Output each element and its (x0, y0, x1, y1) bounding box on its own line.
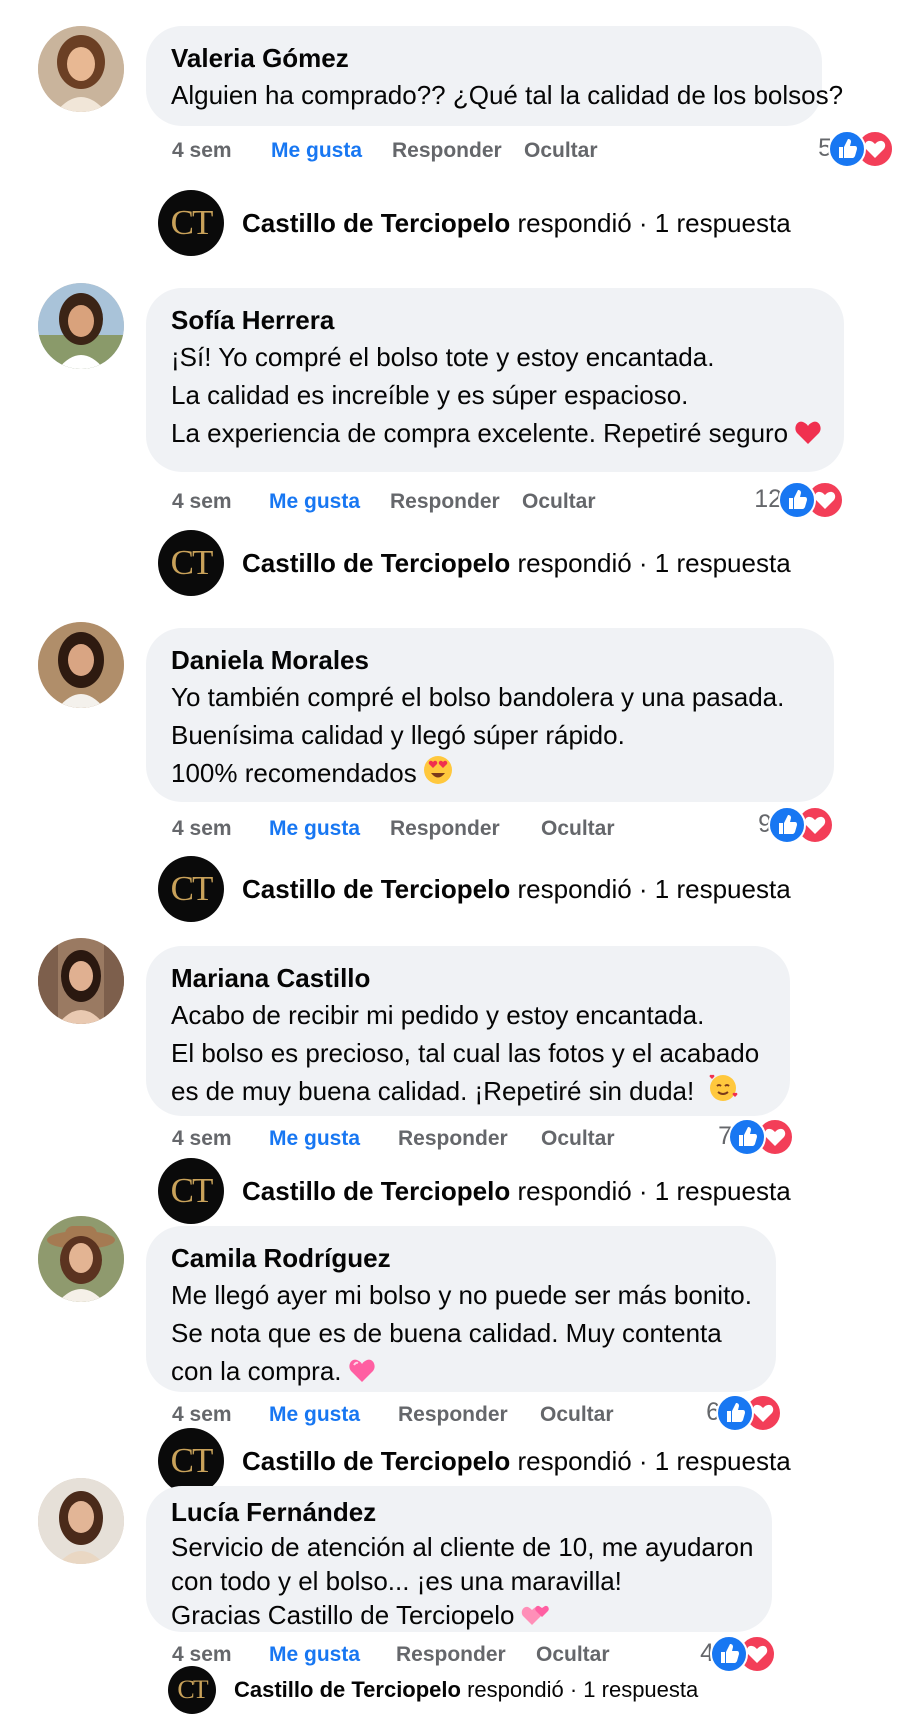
reply-count: respondió · 1 respuesta (517, 548, 791, 578)
avatar[interactable] (38, 1478, 124, 1564)
brand-logo-icon: CT (158, 856, 224, 922)
thumbs-up-icon (778, 481, 816, 519)
comment-text: El bolso es precioso, tal cual las fotos… (171, 1038, 760, 1068)
reactions-summary[interactable]: 6 (672, 1394, 782, 1432)
thumbs-up-icon (710, 1635, 748, 1673)
comment-text: con todo y el bolso... ¡es una maravilla… (171, 1566, 622, 1596)
brand-logo-icon: CT (158, 1158, 224, 1224)
comment-time[interactable]: 4 sem (172, 136, 232, 166)
thumbs-up-icon (728, 1118, 766, 1156)
comment-text: Gracias Castillo de Terciopelo (171, 1598, 746, 1635)
comment-text: Acabo de recibir mi pedido y estoy encan… (171, 1000, 705, 1030)
comment-time[interactable]: 4 sem (172, 814, 232, 844)
reply-count: respondió · 1 respuesta (467, 1677, 699, 1702)
comment-text: 100% recomendados (171, 754, 808, 795)
reactions-summary[interactable]: 7 (684, 1118, 794, 1156)
reply-count: respondió · 1 respuesta (517, 208, 791, 238)
avatar[interactable] (38, 938, 124, 1024)
hide-button[interactable]: Ocultar (540, 1400, 614, 1430)
reactions-summary[interactable]: 5 (764, 130, 894, 168)
reply-button[interactable]: Responder (392, 136, 502, 166)
reply-button[interactable]: Responder (398, 1400, 508, 1430)
comment-text: es de muy buena calidad. ¡Repetiré sin d… (171, 1072, 764, 1113)
thumbs-up-icon (768, 806, 806, 844)
reply-count: respondió · 1 respuesta (517, 1446, 791, 1476)
thumbs-up-icon (828, 130, 866, 168)
pink-heart-emoji-icon (348, 1355, 376, 1393)
thumbs-up-icon (716, 1394, 754, 1432)
hide-button[interactable]: Ocultar (541, 1124, 615, 1154)
reply-count: respondió · 1 respuesta (517, 874, 791, 904)
reactions-summary[interactable]: 9 (724, 806, 834, 844)
reply-button[interactable]: Responder (390, 487, 500, 517)
hide-button[interactable]: Ocultar (541, 814, 615, 844)
comment-bubble: Valeria Gómez Alguien ha comprado?? ¿Qué… (146, 26, 844, 126)
reply-author: Castillo de Terciopelo (242, 548, 511, 578)
brand-logo-icon: CT (168, 1666, 216, 1714)
like-button[interactable]: Me gusta (269, 1124, 360, 1154)
reply-summary: Castillo de Terciopelo respondió · 1 res… (242, 530, 791, 596)
brand-logo-icon: CT (158, 530, 224, 596)
like-button[interactable]: Me gusta (271, 136, 362, 166)
avatar[interactable] (38, 622, 124, 708)
like-button[interactable]: Me gusta (269, 487, 360, 517)
comment-text: Se nota que es de buena calidad. Muy con… (171, 1318, 722, 1348)
reply-summary: Castillo de Terciopelo respondió · 1 res… (242, 1428, 791, 1494)
reply-author: Castillo de Terciopelo (242, 874, 511, 904)
reply-author: Castillo de Terciopelo (242, 208, 511, 238)
comment-text: La experiencia de compra excelente. Repe… (171, 414, 821, 455)
comment-time[interactable]: 4 sem (172, 1640, 232, 1670)
avatar[interactable] (38, 1216, 124, 1302)
comment-author[interactable]: Lucía Fernández (171, 1494, 746, 1530)
comment-time[interactable]: 4 sem (172, 487, 232, 517)
reply-summary: Castillo de Terciopelo respondió · 1 res… (242, 190, 791, 256)
pink-hearts-emoji-icon (520, 1601, 550, 1635)
comment-author[interactable]: Mariana Castillo (171, 960, 764, 996)
comment-author[interactable]: Daniela Morales (171, 642, 808, 678)
comment-bubble: Camila Rodríguez Me llegó ayer mi bolso … (146, 1226, 776, 1392)
brand-logo-icon: CT (158, 190, 224, 256)
heart-eyes-emoji-icon (423, 755, 453, 795)
comment-author[interactable]: Camila Rodríguez (171, 1240, 750, 1276)
comment-time[interactable]: 4 sem (172, 1400, 232, 1430)
like-button[interactable]: Me gusta (269, 814, 360, 844)
reply-count: respondió · 1 respuesta (517, 1176, 791, 1206)
comment-time[interactable]: 4 sem (172, 1124, 232, 1154)
comment-author[interactable]: Valeria Gómez (171, 40, 796, 76)
comment-bubble: Daniela Morales Yo también compré el bol… (146, 628, 834, 802)
comment-text: Alguien ha comprado?? ¿Qué tal la calida… (171, 80, 844, 110)
smiling-hearts-emoji-icon (708, 1073, 738, 1113)
comment-author[interactable]: Sofía Herrera (171, 302, 818, 338)
hide-button[interactable]: Ocultar (524, 136, 598, 166)
heart-emoji-icon (794, 417, 822, 455)
comment-text: Me llegó ayer mi bolso y no puede ser má… (171, 1280, 752, 1310)
comment-text: Servicio de atención al cliente de 10, m… (171, 1532, 754, 1562)
comment-text: ¡Sí! Yo compré el bolso tote y estoy enc… (171, 342, 715, 372)
comment-text: Buenísima calidad y llegó súper rápido. (171, 720, 625, 750)
avatar[interactable] (38, 26, 124, 112)
like-button[interactable]: Me gusta (269, 1400, 360, 1430)
comment-text: Yo también compré el bolso bandolera y u… (171, 682, 785, 712)
reply-summary: Castillo de Terciopelo respondió · 1 res… (242, 856, 791, 922)
reply-author: Castillo de Terciopelo (242, 1176, 511, 1206)
reactions-summary[interactable]: 12 (710, 481, 844, 519)
reply-author: Castillo de Terciopelo (242, 1446, 511, 1476)
comment-text: con la compra. (171, 1352, 750, 1393)
comment-bubble: Sofía Herrera ¡Sí! Yo compré el bolso to… (146, 288, 844, 472)
brand-logo-icon: CT (158, 1428, 224, 1494)
reply-summary: Castillo de Terciopelo respondió · 1 res… (242, 1158, 791, 1224)
comment-bubble: Mariana Castillo Acabo de recibir mi ped… (146, 946, 790, 1116)
hide-button[interactable]: Ocultar (522, 487, 596, 517)
reply-author: Castillo de Terciopelo (234, 1677, 461, 1702)
comment-text: La calidad es increíble y es súper espac… (171, 380, 689, 410)
reply-summary: Castillo de Terciopelo respondió · 1 res… (234, 1666, 698, 1714)
reply-button[interactable]: Responder (390, 814, 500, 844)
reply-button[interactable]: Responder (398, 1124, 508, 1154)
avatar[interactable] (38, 283, 124, 369)
comment-bubble: Lucía Fernández Servicio de atención al … (146, 1486, 772, 1632)
